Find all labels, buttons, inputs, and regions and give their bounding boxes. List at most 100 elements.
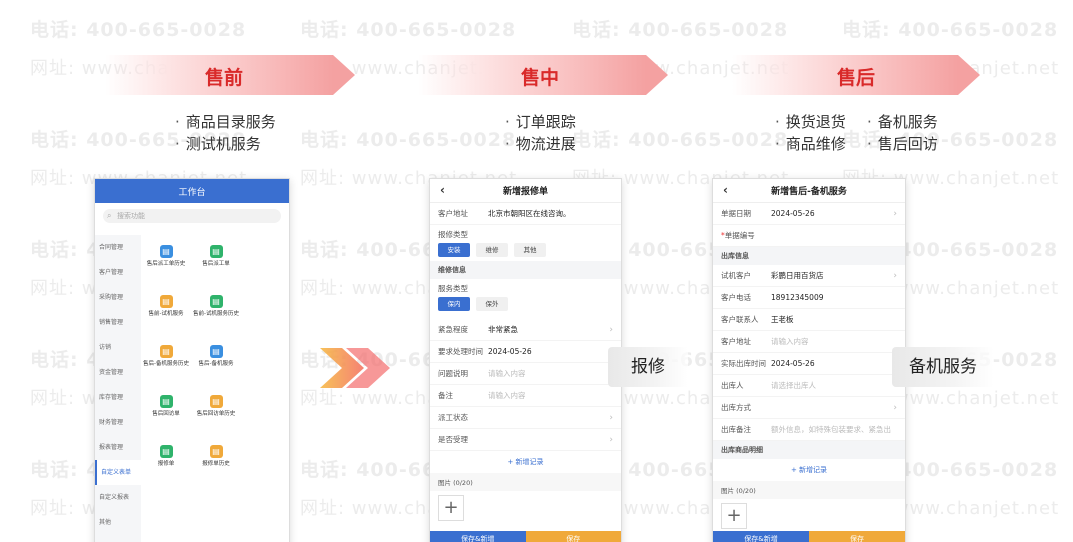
remark-input[interactable]: 请输入内容	[488, 390, 526, 401]
field-label: 单据日期	[721, 209, 751, 218]
bullet: 订单跟踪	[505, 111, 576, 133]
add-photo-icon[interactable]: +	[721, 503, 747, 529]
workbench-tile[interactable]: ▤ 报修单	[141, 441, 191, 491]
repair-type-repair[interactable]: 维修	[476, 243, 508, 257]
workbench-tile[interactable]: ▤ 售前-试机服务	[141, 291, 191, 341]
repair-type-label: 报修类型	[438, 230, 468, 239]
bullet: 售后回访	[867, 133, 938, 155]
field-value: 王老板	[771, 315, 794, 324]
photo-label: 图片 (0/20)	[430, 473, 621, 491]
field-label: 出库备注	[721, 425, 751, 434]
add-record-button[interactable]: + 新增记录	[430, 451, 621, 473]
chevron-right-icon: ›	[609, 324, 613, 335]
workbench-tile[interactable]: ▤ 售后-备机服务	[191, 341, 241, 391]
add-record-label: 新增记录	[799, 466, 828, 474]
add-record-button[interactable]: + 新增记录	[713, 459, 905, 481]
field-label: 是否受理	[438, 435, 468, 444]
deadline-row[interactable]: 要求处理时间 2024-05-26	[430, 341, 621, 363]
out-person-select[interactable]: 请选择出库人	[771, 380, 816, 391]
trial-customer-row[interactable]: 试机客户 彩鹏日用百货店 ›	[713, 265, 905, 287]
out-remark-row[interactable]: 出库备注 额外信息，如特殊包装要求、紧急出	[713, 419, 905, 441]
phase-label-in-sale: 售中	[521, 67, 560, 89]
workbench-tile[interactable]: ▤ 报修单历史	[191, 441, 241, 491]
out-method-row[interactable]: 出库方式 ›	[713, 397, 905, 419]
form-actions: 保存&新增 保存	[713, 531, 905, 542]
repair-form-screen: ‹ 新增报修单 客户地址 北京市朝阳区在线咨询。 报修类型 安装 维修 其他 维…	[429, 178, 622, 542]
phase-arrow-after-sale: 售后	[732, 55, 980, 95]
urgency-row[interactable]: 紧急程度 非常紧急 ›	[430, 319, 621, 341]
bullet: 测试机服务	[175, 133, 276, 155]
field-value: 非常紧急	[488, 325, 518, 334]
sidebar-item[interactable]: 资金管理	[95, 360, 141, 385]
workbench-tile[interactable]: ▤ 售后回访单	[141, 391, 191, 441]
document-icon: ▤	[209, 445, 223, 458]
workbench-tile[interactable]: ▤ 售前-试机服务历史	[191, 291, 241, 341]
repair-type-other[interactable]: 其他	[514, 243, 546, 257]
customer-contact-row[interactable]: 客户联系人 王老板	[713, 309, 905, 331]
watermark-phone: 电话: 400-665-0028	[572, 129, 789, 151]
address-input[interactable]: 请输入内容	[771, 336, 809, 347]
issue-input[interactable]: 请输入内容	[488, 368, 526, 379]
back-arrow-icon[interactable]: ‹	[723, 183, 728, 197]
service-type-out-warranty[interactable]: 保外	[476, 297, 508, 311]
field-value: 2024-05-26	[488, 347, 532, 356]
sidebar-item[interactable]: 销售管理	[95, 310, 141, 335]
watermark-phone: 电话: 400-665-0028	[300, 129, 517, 151]
customer-address-row[interactable]: 客户地址 北京市朝阳区在线咨询。	[430, 203, 621, 225]
field-label: 备注	[438, 391, 453, 400]
search-input[interactable]: 搜索功能	[103, 209, 281, 223]
sidebar-item[interactable]: 自定义表单	[95, 460, 141, 485]
add-photo-icon[interactable]: +	[438, 495, 464, 521]
field-label-text: 单据编号	[724, 231, 755, 240]
document-icon: ▤	[209, 345, 223, 358]
dispatch-status-row[interactable]: 派工状态 ›	[430, 407, 621, 429]
workbench-title: 工作台	[95, 179, 289, 203]
bullet: 物流进展	[505, 133, 576, 155]
save-button[interactable]: 保存	[809, 531, 905, 542]
customer-address-row[interactable]: 客户地址 请输入内容	[713, 331, 905, 353]
chevron-right-icon: ›	[893, 208, 897, 219]
sidebar-item[interactable]: 其他	[95, 510, 141, 535]
customer-phone-row[interactable]: 客户电话 18912345009	[713, 287, 905, 309]
save-and-new-button[interactable]: 保存&新增	[713, 531, 809, 542]
field-label: 出库方式	[721, 403, 751, 412]
save-button[interactable]: 保存	[525, 531, 621, 542]
add-record-label: 新增记录	[515, 458, 544, 466]
document-icon: ▤	[209, 395, 223, 408]
sidebar-item[interactable]: 财务管理	[95, 410, 141, 435]
number-row[interactable]: *单据编号	[713, 225, 905, 247]
workbench-tile[interactable]: ▤ 售后派工单	[191, 241, 241, 291]
document-icon: ▤	[209, 295, 223, 308]
save-and-new-button[interactable]: 保存&新增	[430, 531, 526, 542]
sidebar-item[interactable]: 报表管理	[95, 435, 141, 460]
watermark-phone: 电话: 400-665-0028	[300, 19, 517, 41]
sidebar-item[interactable]: 自定义报表	[95, 485, 141, 510]
tile-label: 售后派工单历史	[146, 261, 186, 267]
page: 电话: 400-665-0028网址: www.chanjet.net电话: 4…	[0, 0, 1073, 542]
out-remark-input[interactable]: 额外信息，如特殊包装要求、紧急出	[771, 424, 891, 435]
workbench-tile[interactable]: ▤ 售后派工单历史	[141, 241, 191, 291]
chevron-right-icon: ›	[609, 412, 613, 423]
remark-row[interactable]: 备注 请输入内容	[430, 385, 621, 407]
sidebar-item[interactable]: 客户管理	[95, 260, 141, 285]
service-type-in-warranty[interactable]: 保内	[438, 297, 470, 311]
out-person-row[interactable]: 出库人 请选择出库人	[713, 375, 905, 397]
sidebar-item[interactable]: 库存管理	[95, 385, 141, 410]
date-row[interactable]: 单据日期 2024-05-26 ›	[713, 203, 905, 225]
sidebar-item[interactable]: 采购管理	[95, 285, 141, 310]
workbench-tile[interactable]: ▤ 售后回访单历史	[191, 391, 241, 441]
repair-type-install[interactable]: 安装	[438, 243, 470, 257]
accept-row[interactable]: 是否受理 ›	[430, 429, 621, 451]
field-label: 客户联系人	[721, 315, 759, 324]
back-arrow-icon[interactable]: ‹	[440, 183, 445, 197]
workbench-tile[interactable]: ▤ 售后-备机服务历史	[141, 341, 191, 391]
out-time-row[interactable]: 实际出库时间 2024-05-26	[713, 353, 905, 375]
issue-row[interactable]: 问题说明 请输入内容	[430, 363, 621, 385]
document-icon: ▤	[159, 345, 173, 358]
sidebar-item[interactable]: 访销	[95, 335, 141, 360]
sidebar-item[interactable]: 合同管理	[95, 235, 141, 260]
tile-label: 售前-试机服务	[148, 311, 184, 317]
field-label: 试机客户	[721, 271, 751, 280]
tile-label: 售前-试机服务历史	[193, 311, 239, 317]
backup-service-screen: ‹ 新增售后-备机服务 单据日期 2024-05-26 › *单据编号 出库信息…	[712, 178, 906, 542]
